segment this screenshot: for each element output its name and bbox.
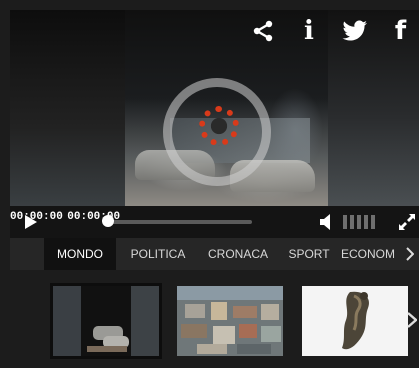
tab-sport[interactable]: SPORT (280, 238, 338, 270)
video-player: i f 00:00:00 00:00:00 MONDO POLITICA CRO… (0, 0, 419, 368)
volume-bars-icon (343, 215, 375, 229)
share-button[interactable] (244, 10, 282, 52)
info-icon: i (304, 16, 314, 46)
chevron-right-icon (406, 247, 415, 261)
tab-economia[interactable]: ECONOM (338, 238, 398, 270)
play-button[interactable] (24, 214, 38, 235)
thumbnail-2[interactable] (177, 286, 283, 356)
tab-cronaca[interactable]: CRONACA (196, 238, 280, 270)
thumbnail-1[interactable] (50, 283, 162, 359)
tab-mondo[interactable]: MONDO (44, 238, 116, 270)
control-bar: 00:00:00 00:00:00 (10, 206, 419, 238)
twitter-button[interactable] (336, 10, 374, 52)
video-thumbnails (10, 270, 419, 368)
fullscreen-button[interactable] (397, 212, 417, 237)
tab-politica[interactable]: POLITICA (120, 238, 196, 270)
fullscreen-icon (399, 214, 415, 230)
volume-slider[interactable] (343, 214, 379, 235)
chevron-right-icon (407, 312, 418, 328)
mute-button[interactable] (320, 214, 332, 235)
play-icon (25, 215, 37, 229)
facebook-button[interactable]: f (382, 10, 419, 52)
twitter-icon (342, 20, 368, 42)
category-tabs: MONDO POLITICA CRONACA SPORT ECONOM (10, 238, 419, 270)
loading-spinner-icon (199, 106, 239, 146)
tabs-next-button[interactable] (406, 247, 415, 266)
seek-handle[interactable] (102, 215, 114, 227)
seek-bar[interactable] (110, 220, 252, 224)
thumbnail-3[interactable] (302, 286, 408, 356)
share-icon (251, 19, 275, 43)
thumbnails-next-button[interactable] (407, 312, 418, 333)
info-button[interactable]: i (290, 10, 328, 52)
facebook-icon: f (394, 16, 407, 46)
speaker-icon (320, 214, 330, 230)
